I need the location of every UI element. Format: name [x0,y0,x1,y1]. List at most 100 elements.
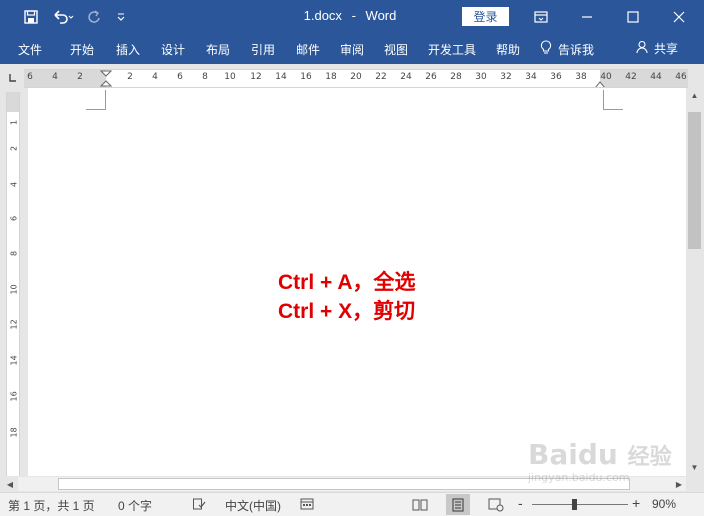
document-text[interactable]: Ctrl + A，全选 Ctrl + X，剪切 [278,268,528,326]
ruler-tick: 2 [77,72,83,82]
ruler-tick: 18 [325,72,337,82]
tell-me-box[interactable]: 告诉我 [540,40,594,58]
chevron-down-icon[interactable] [112,6,130,28]
ruler-tick: 20 [350,72,362,82]
title-separator: - [351,8,356,23]
zoom-level[interactable]: 90% [652,497,676,511]
ruler-tick: 4 [52,72,58,82]
zoom-slider-thumb[interactable] [572,499,577,510]
tell-me-label: 告诉我 [558,42,595,57]
ruler-tick: 2 [9,145,19,152]
ruler-tick: 28 [450,72,462,82]
horizontal-ruler[interactable]: 6 4 2 2 4 6 8 10 12 14 16 18 20 22 24 26… [24,69,688,88]
app-name: Word [365,8,397,23]
ruler-tick: 18 [9,427,19,438]
zoom-in-button[interactable]: + [632,495,640,511]
ruler-tick: 6 [9,215,19,222]
ruler-tick: 42 [625,72,637,82]
share-button[interactable]: 共享 [636,40,678,57]
minimize-icon[interactable] [564,0,610,34]
tab-selector-icon[interactable] [2,68,22,88]
ruler-tick: 26 [425,72,437,82]
tab-file[interactable]: 文件 [18,41,42,58]
tab-mailings[interactable]: 邮件 [296,41,320,58]
redo-icon[interactable] [84,6,104,28]
horizontal-scroll-thumb[interactable] [58,478,630,490]
scroll-up-icon[interactable]: ▲ [687,88,702,102]
ruler-tick: 12 [250,72,262,82]
doc-name: 1.docx [303,8,342,23]
right-indent-icon[interactable] [594,78,606,88]
corner-mark [86,90,106,110]
ruler-tick: 8 [202,72,208,82]
tab-developer[interactable]: 开发工具 [428,41,476,58]
ruler-tick: 30 [475,72,487,82]
vertical-scrollbar[interactable]: ▲ ▼ [687,88,702,476]
undo-icon[interactable] [50,6,76,28]
vertical-ruler[interactable]: 1 2 4 6 8 10 12 14 16 18 [6,92,20,476]
zoom-out-button[interactable]: - [518,495,523,511]
vertical-scroll-thumb[interactable] [688,112,701,249]
ruler-tick: 14 [275,72,287,82]
ruler-tick: 38 [575,72,587,82]
proofing-icon[interactable] [192,497,206,511]
maximize-icon[interactable] [610,0,656,34]
ruler-tick: 6 [27,72,33,82]
login-button[interactable]: 登录 [462,7,509,26]
first-line-indent-icon[interactable] [100,70,112,88]
ruler-tick: 8 [9,250,19,257]
tab-insert[interactable]: 插入 [116,41,140,58]
save-icon[interactable] [20,6,42,28]
ruler-tick: 24 [400,72,412,82]
horizontal-scrollbar[interactable]: ◀ ▶ [0,476,704,492]
scroll-right-icon[interactable]: ▶ [672,477,686,491]
document-title: 1.docx - Word [280,8,420,23]
ruler-left-margin [24,70,106,87]
ruler-tick: 32 [500,72,512,82]
ruler-tick: 4 [152,72,158,82]
ruler-tick: 22 [375,72,387,82]
document-line: Ctrl + X，剪切 [278,300,416,323]
ribbon-display-icon[interactable] [518,0,564,34]
zoom-slider[interactable] [532,504,628,505]
tab-home[interactable]: 开始 [70,41,94,58]
ruler-tick: 16 [9,391,19,402]
workspace: 6 4 2 2 4 6 8 10 12 14 16 18 20 22 24 26… [0,64,704,492]
ruler-tick: 16 [300,72,312,82]
ruler-tick: 10 [224,72,236,82]
language[interactable]: 中文(中国) [225,497,281,514]
tab-layout[interactable]: 布局 [206,41,230,58]
read-mode-icon[interactable] [408,494,432,515]
macro-record-icon[interactable] [300,497,314,511]
tab-references[interactable]: 引用 [251,41,275,58]
document-page[interactable]: Ctrl + A，全选 Ctrl + X，剪切 [28,88,686,476]
word-count[interactable]: 0 个字 [118,497,152,514]
ruler-tick: 46 [675,72,687,82]
tab-review[interactable]: 审阅 [340,41,364,58]
tab-view[interactable]: 视图 [384,41,408,58]
tab-help[interactable]: 帮助 [496,41,520,58]
ruler-tick: 12 [9,319,19,330]
tab-design[interactable]: 设计 [161,41,185,58]
lightbulb-icon [540,40,552,58]
close-icon[interactable] [656,0,702,34]
scroll-down-icon[interactable]: ▼ [687,460,702,474]
ruler-tick: 34 [525,72,537,82]
ruler-tick: 10 [9,284,19,295]
web-layout-icon[interactable] [484,494,508,515]
ruler-tick: 44 [650,72,662,82]
ruler-tick: 1 [9,119,19,126]
ribbon-tabs: 文件 开始 插入 设计 布局 引用 邮件 审阅 视图 开发工具 帮助 告诉我 共… [0,34,704,64]
scroll-left-icon[interactable]: ◀ [3,477,17,491]
print-layout-icon[interactable] [446,494,470,515]
share-label: 共享 [654,42,679,56]
ruler-tick: 2 [127,72,133,82]
corner-mark [603,90,623,110]
person-icon [636,40,650,57]
ruler-top-margin [7,92,19,112]
title-bar: 1.docx - Word 登录 [0,0,704,34]
ruler-tick: 4 [9,181,19,188]
status-bar: 第 1 页，共 1 页 0 个字 中文(中国) - + 90% [0,492,704,516]
page-info[interactable]: 第 1 页，共 1 页 [8,497,95,514]
ruler-tick: 36 [550,72,562,82]
